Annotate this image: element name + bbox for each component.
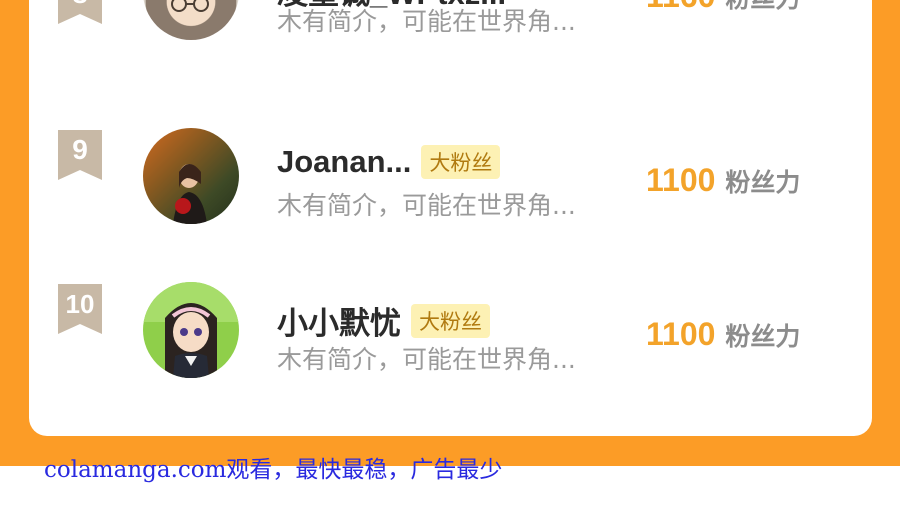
avatar[interactable] — [143, 282, 239, 378]
leaderboard-row[interactable]: 8 凌墨诚_WPtxz... 木有简介，可能在世界角... 1160 粉丝力 — [29, 0, 872, 120]
rank-ribbon: 10 — [58, 284, 102, 334]
user-name[interactable]: 小小默忧 — [277, 298, 401, 343]
fan-power-value: 1100 — [646, 316, 716, 352]
fan-power-label: 粉丝力 — [725, 168, 801, 197]
user-bio: 木有简介，可能在世界角... — [277, 345, 576, 374]
avatar[interactable] — [143, 128, 239, 224]
fan-power: 1100 粉丝力 — [646, 316, 800, 353]
fan-power-label: 粉丝力 — [725, 322, 801, 351]
footer-link[interactable]: colamanga.com观看，最快最稳，广告最少 — [44, 450, 502, 484]
avatar[interactable] — [143, 0, 239, 40]
user-name-line: 小小默忧 大粉丝 — [277, 298, 490, 343]
rank-ribbon: 8 — [58, 0, 102, 24]
fan-level-badge: 大粉丝 — [411, 303, 490, 338]
fan-level-badge: 大粉丝 — [421, 145, 501, 179]
leaderboard-row[interactable]: 9 Joanan... 大粉丝 木有简介，可能在世界角... 1100 粉丝力 — [29, 128, 872, 250]
leaderboard-row[interactable]: 10 小小默忧 大粉丝 木有简介，可能在世界角... 1100 粉丝力 — [29, 282, 872, 404]
fan-power-label: 粉丝力 — [725, 0, 800, 15]
avatar-anime-girl-icon — [143, 282, 239, 378]
rank-ribbon: 9 — [58, 130, 102, 180]
fan-power: 1100 粉丝力 — [646, 162, 800, 199]
user-bio: 木有简介，可能在世界角... — [277, 7, 576, 36]
leaderboard-card: 8 凌墨诚_WPtxz... 木有简介，可能在世界角... 1160 粉丝力 9 — [29, 0, 872, 436]
user-name-line: Joanan... 大粉丝 — [277, 144, 501, 180]
avatar-man-glasses-icon — [171, 0, 209, 12]
user-name[interactable]: Joanan... — [277, 144, 411, 180]
fan-power: 1160 粉丝力 — [646, 0, 800, 15]
avatar-woman-autumn-icon — [173, 164, 207, 224]
fan-power-value: 1100 — [646, 162, 716, 198]
user-bio: 木有简介，可能在世界角... — [277, 191, 576, 220]
fan-power-value: 1160 — [646, 0, 715, 15]
